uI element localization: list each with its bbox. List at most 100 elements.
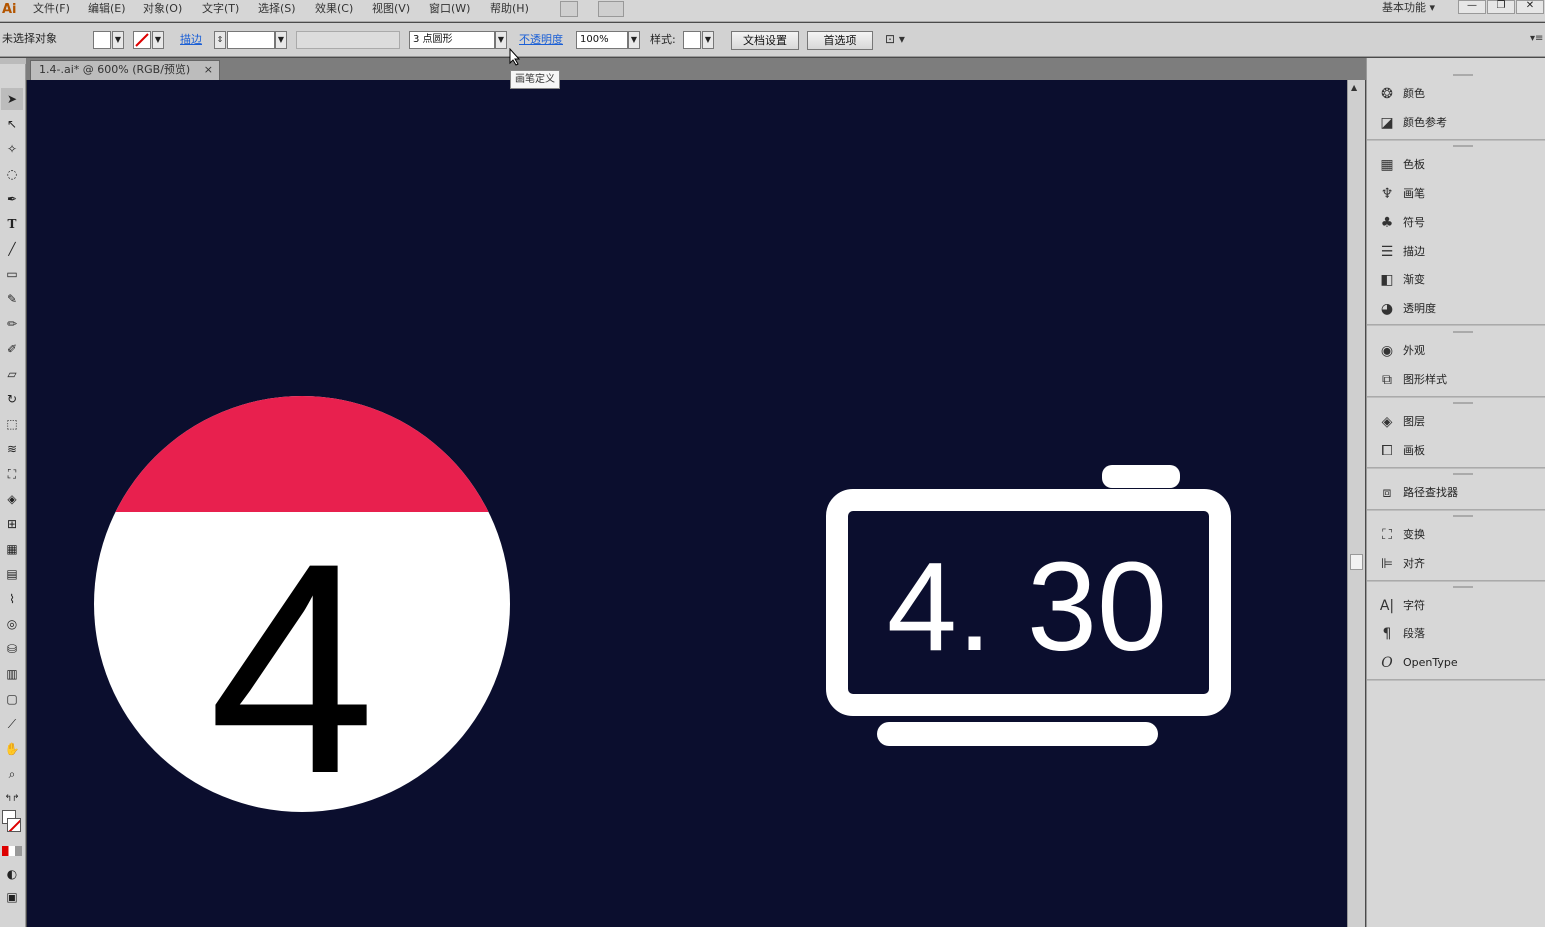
panel-grip[interactable] [1453, 331, 1473, 333]
panel-stroke[interactable]: ☰ 描边 [1377, 241, 1537, 263]
eraser-tool-icon[interactable]: ▱ [1, 363, 23, 385]
shape-builder-tool-icon[interactable]: ◈ [1, 488, 23, 510]
panel-grip[interactable] [1453, 74, 1473, 76]
rotate-tool-icon[interactable]: ↻ [1, 388, 23, 410]
graphic-style-dropdown[interactable]: ▼ [702, 31, 714, 49]
workspace-switcher[interactable]: 基本功能 ▾ [1382, 0, 1435, 18]
panel-brushes[interactable]: ♆ 画笔 [1377, 183, 1537, 205]
paintbrush-tool-icon[interactable]: ✎ [1, 288, 23, 310]
zoom-tool-icon[interactable]: ⌕ [1, 763, 23, 785]
width-tool-icon[interactable]: ≋ [1, 438, 23, 460]
slice-tool-icon[interactable]: ⟋ [1, 713, 23, 735]
panel-appearance[interactable]: ◉ 外观 [1377, 340, 1537, 362]
document-tab-close-icon[interactable]: × [204, 61, 213, 79]
minimize-button[interactable]: — [1458, 0, 1486, 14]
symbol-sprayer-tool-icon[interactable]: ⛁ [1, 638, 23, 660]
fill-swatch[interactable] [93, 31, 111, 49]
panel-swatches[interactable]: ▦ 色板 [1377, 154, 1537, 176]
pencil-tool-icon[interactable]: ✏ [1, 313, 23, 335]
menu-object[interactable]: 对象(O) [143, 0, 182, 20]
drawing-mode-icon[interactable]: ◐ [1, 863, 23, 885]
scrollbar-thumb[interactable] [1350, 554, 1363, 570]
stroke-panel-link[interactable]: 描边 [180, 33, 202, 47]
opacity-panel-link[interactable]: 不透明度 [519, 33, 563, 47]
close-window-button[interactable]: ✕ [1516, 0, 1544, 14]
menu-view[interactable]: 视图(V) [372, 0, 410, 20]
panel-transform[interactable]: ⛶ 变换 [1377, 524, 1537, 546]
type-tool-icon[interactable]: T [1, 213, 23, 235]
graph-tool-icon[interactable]: ▥ [1, 663, 23, 685]
preferences-button[interactable]: 首选项 [807, 31, 873, 50]
selection-tool-icon[interactable]: ➤ [1, 88, 23, 110]
eyedropper-tool-icon[interactable]: ⌇ [1, 588, 23, 610]
panel-layers[interactable]: ◈ 图层 [1377, 411, 1537, 433]
stroke-color-icon[interactable] [7, 818, 21, 832]
stroke-swatch[interactable] [133, 31, 151, 49]
swap-colors-icon[interactable]: ↰↱ [1, 788, 23, 810]
panel-paragraph[interactable]: ¶ 段落 [1377, 623, 1537, 645]
stroke-weight-stepper[interactable]: ⇕ [214, 31, 226, 49]
menu-edit[interactable]: 编辑(E) [88, 0, 126, 20]
free-transform-tool-icon[interactable]: ⛶ [1, 463, 23, 485]
panel-align[interactable]: ⊫ 对齐 [1377, 553, 1537, 575]
panel-grip[interactable] [1453, 586, 1473, 588]
direct-selection-tool-icon[interactable]: ↖ [1, 113, 23, 135]
menu-window[interactable]: 窗口(W) [429, 0, 470, 20]
arrange-documents-icon[interactable] [598, 1, 624, 17]
mesh-tool-icon[interactable]: ▦ [1, 538, 23, 560]
stroke-weight-dropdown[interactable]: ▼ [275, 31, 287, 49]
digital-clock-icon[interactable]: 4. 30 [826, 465, 1231, 746]
document-tab[interactable]: 1.4-.ai* @ 600% (RGB/预览) × [30, 60, 220, 80]
stroke-dropdown[interactable]: ▼ [152, 31, 164, 49]
pen-tool-icon[interactable]: ✒ [1, 188, 23, 210]
blend-tool-icon[interactable]: ◎ [1, 613, 23, 635]
opacity-dropdown[interactable]: ▼ [628, 31, 640, 49]
panel-grip[interactable] [1453, 402, 1473, 404]
panel-grip[interactable] [1453, 145, 1473, 147]
panel-pathfinder[interactable]: ⧈ 路径查找器 [1377, 482, 1537, 504]
graphic-style-swatch[interactable] [683, 31, 701, 49]
blob-brush-tool-icon[interactable]: ✐ [1, 338, 23, 360]
line-tool-icon[interactable]: ╱ [1, 238, 23, 260]
scroll-up-icon[interactable]: ▲ [1351, 83, 1357, 92]
calendar-icon[interactable]: 4 [87, 380, 527, 836]
perspective-grid-tool-icon[interactable]: ⊞ [1, 513, 23, 535]
artboard-canvas[interactable]: 4 4. 30 [27, 80, 1347, 927]
variable-width-profile[interactable] [296, 31, 400, 49]
screen-mode-icon[interactable]: ▣ [1, 886, 23, 908]
gradient-tool-icon[interactable]: ▤ [1, 563, 23, 585]
panel-transparency[interactable]: ◕ 透明度 [1377, 298, 1537, 320]
panel-opentype[interactable]: O OpenType [1377, 652, 1537, 674]
panel-artboards[interactable]: ⧠ 画板 [1377, 440, 1537, 462]
isolate-icon[interactable]: ⊡ ▾ [885, 32, 905, 46]
tools-grip[interactable] [0, 58, 26, 64]
color-mode-icon[interactable] [2, 846, 22, 856]
menu-help[interactable]: 帮助(H) [490, 0, 529, 20]
fill-dropdown[interactable]: ▼ [112, 31, 124, 49]
lasso-tool-icon[interactable]: ◌ [1, 163, 23, 185]
restore-button[interactable]: ❐ [1487, 0, 1515, 14]
artboard-tool-icon[interactable]: ▢ [1, 688, 23, 710]
scale-tool-icon[interactable]: ⬚ [1, 413, 23, 435]
magic-wand-tool-icon[interactable]: ✧ [1, 138, 23, 160]
menu-file[interactable]: 文件(F) [33, 0, 70, 20]
panel-character[interactable]: A| 字符 [1377, 595, 1537, 617]
rectangle-tool-icon[interactable]: ▭ [1, 263, 23, 285]
panel-menu-icon[interactable]: ▾≡ [1530, 33, 1543, 44]
hand-tool-icon[interactable]: ✋ [1, 738, 23, 760]
document-setup-button[interactable]: 文档设置 [731, 31, 799, 50]
panel-color[interactable]: ❂ 颜色 [1377, 83, 1537, 105]
menu-effect[interactable]: 效果(C) [315, 0, 353, 20]
bridge-icon[interactable] [560, 1, 578, 17]
panel-color-guide[interactable]: ◪ 颜色参考 [1377, 112, 1537, 134]
panel-grip[interactable] [1453, 515, 1473, 517]
panel-symbols[interactable]: ♣ 符号 [1377, 212, 1537, 234]
brush-dropdown[interactable]: ▼ [495, 31, 507, 49]
panel-graphic-styles[interactable]: ⧉ 图形样式 [1377, 369, 1537, 391]
menu-select[interactable]: 选择(S) [258, 0, 296, 20]
vertical-scrollbar[interactable]: ▲ [1347, 80, 1365, 927]
stroke-weight-input[interactable] [227, 31, 275, 49]
panel-gradient[interactable]: ◧ 渐变 [1377, 269, 1537, 291]
menu-type[interactable]: 文字(T) [202, 0, 239, 20]
panel-grip[interactable] [1453, 473, 1473, 475]
